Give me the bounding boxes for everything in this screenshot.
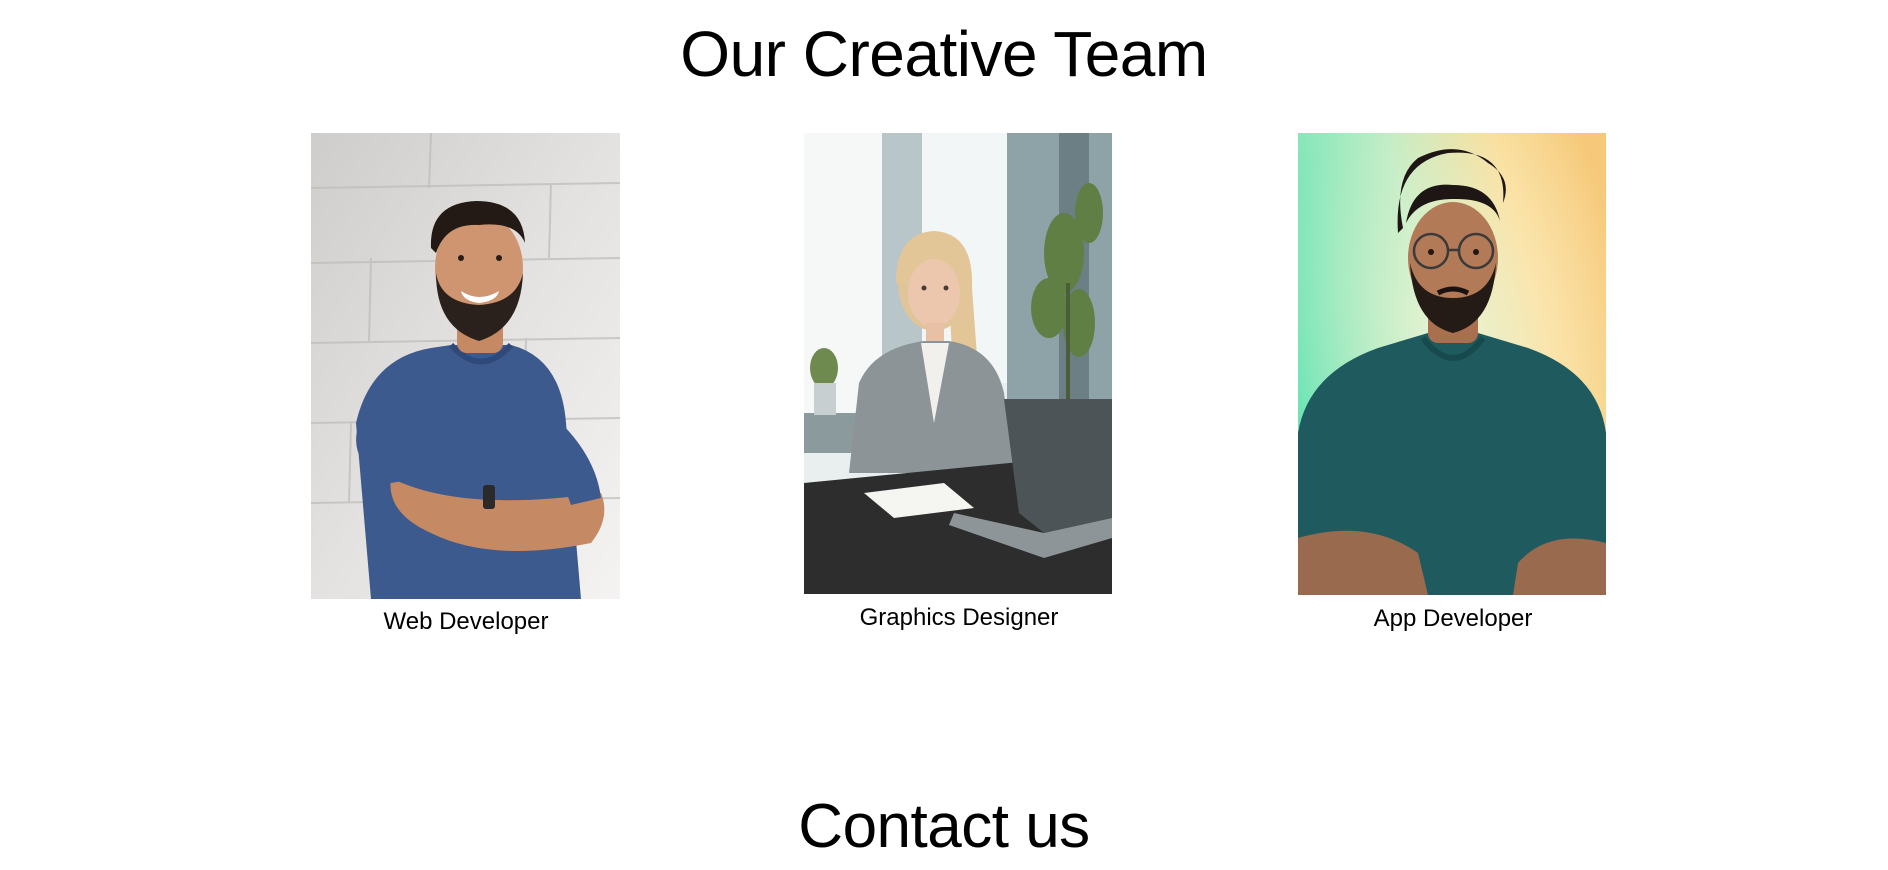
- team-member-photo: [311, 133, 620, 599]
- contact-section-title: Contact us: [798, 792, 1090, 861]
- team-member-role: App Developer: [1373, 605, 1533, 632]
- team-section-title: Our Creative Team: [680, 18, 1208, 90]
- team-member-photo: [1298, 133, 1606, 595]
- team-member-role: Graphics Designer: [859, 604, 1059, 631]
- team-member-photo: [804, 133, 1112, 594]
- team-member-role: Web Developer: [383, 608, 549, 635]
- page: Our Creative Team Web Developer Graphics…: [0, 0, 1888, 870]
